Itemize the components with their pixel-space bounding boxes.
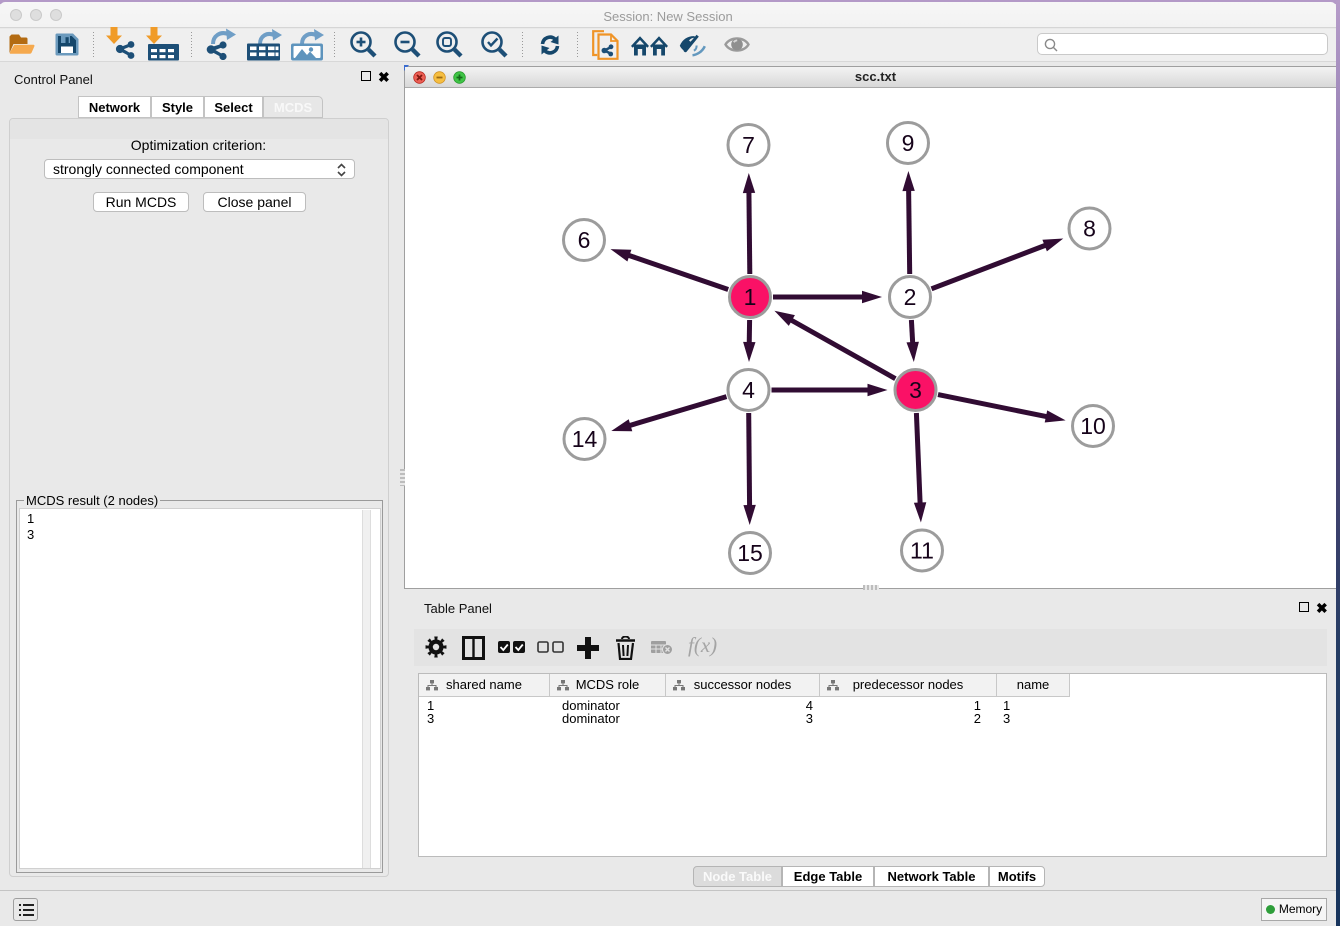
svg-text:10: 10 (1080, 413, 1106, 439)
svg-text:14: 14 (572, 426, 598, 452)
svg-text:7: 7 (742, 132, 755, 158)
svg-text:9: 9 (902, 130, 915, 156)
svg-text:3: 3 (909, 377, 922, 403)
svg-text:15: 15 (737, 540, 763, 566)
svg-text:11: 11 (910, 538, 934, 564)
svg-text:6: 6 (578, 227, 591, 253)
svg-text:1: 1 (744, 284, 757, 310)
svg-text:2: 2 (904, 284, 917, 310)
svg-text:8: 8 (1083, 216, 1096, 242)
svg-text:4: 4 (742, 377, 755, 403)
